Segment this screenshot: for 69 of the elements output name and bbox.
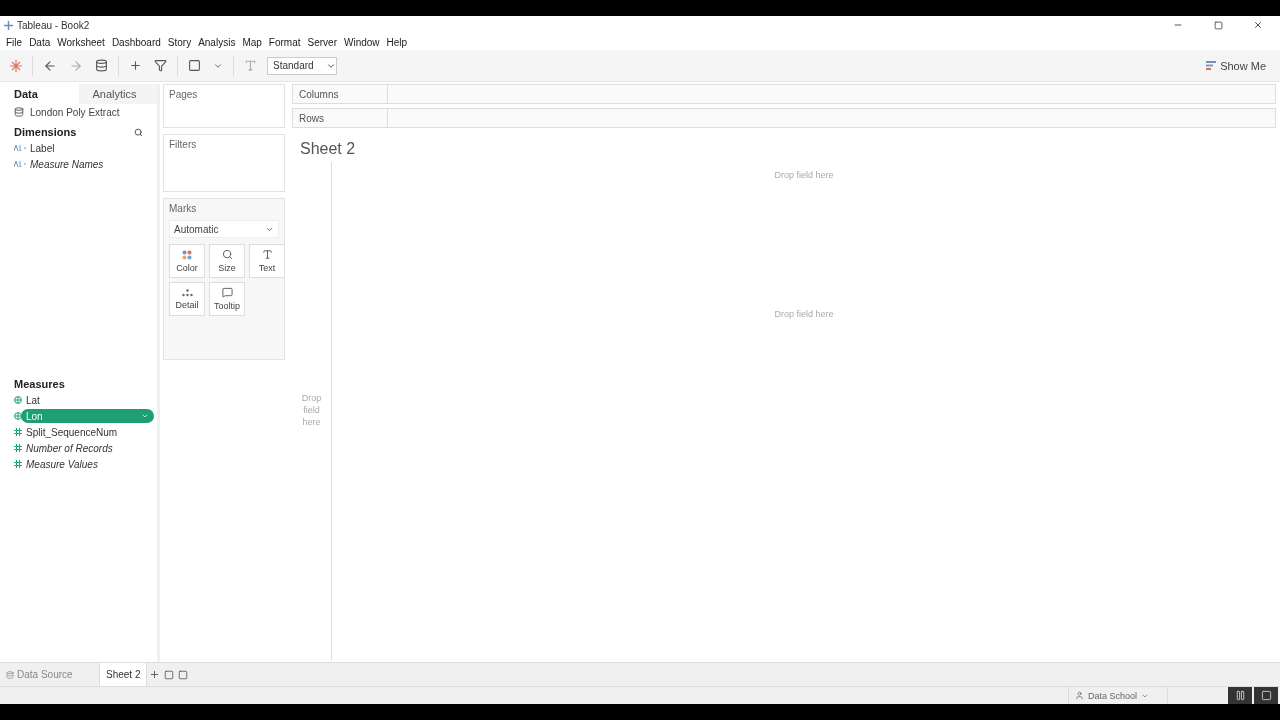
section-heading: Measures — [14, 378, 65, 390]
size-icon — [221, 249, 233, 260]
mark-button[interactable]: Size — [209, 244, 245, 278]
search-icon[interactable] — [134, 127, 143, 137]
drop-hint: Drop field here — [300, 393, 323, 429]
columns-shelf[interactable]: Columns — [292, 84, 1276, 104]
filter-icon[interactable] — [152, 57, 169, 74]
menu-item[interactable]: Dashboard — [109, 36, 166, 48]
speech-bubble-icon — [221, 287, 233, 298]
pause-icon — [1234, 690, 1246, 701]
show-me-button[interactable]: Show Me — [1200, 58, 1272, 73]
mark-button[interactable]: Tooltip — [209, 282, 245, 316]
pause-button[interactable] — [1228, 686, 1252, 705]
measure-field[interactable]: Split_SequenceNum — [21, 425, 154, 439]
section-heading: Dimensions — [14, 126, 77, 138]
text-icon — [261, 249, 273, 260]
menu-item[interactable]: File — [4, 36, 28, 48]
shelf-label: Columns — [293, 85, 388, 103]
app-logo-icon — [4, 20, 13, 30]
shelf-label: Rows — [293, 109, 388, 127]
globe-icon — [14, 412, 22, 420]
menu-item[interactable]: Window — [341, 36, 385, 48]
menu-item[interactable]: Analysis — [196, 36, 241, 48]
screen-icon — [1260, 690, 1272, 701]
measure-field[interactable]: Lat — [21, 393, 154, 407]
hash-icon — [14, 444, 22, 452]
filters-shelf[interactable]: Filters — [163, 134, 285, 192]
mark-button[interactable]: Detail — [169, 282, 205, 316]
menu-item[interactable]: Data — [27, 36, 56, 48]
string-type-icon — [14, 145, 26, 151]
pane-tab[interactable]: Analytics — [78, 84, 157, 104]
menu-item[interactable]: Map — [240, 36, 267, 48]
mark-button[interactable]: Color — [169, 244, 205, 278]
caret-icon — [141, 412, 149, 420]
menu-item[interactable]: Worksheet — [55, 36, 110, 48]
fullscreen-button[interactable] — [1254, 686, 1278, 705]
rows-shelf[interactable]: Rows — [292, 108, 1276, 128]
menu-item[interactable]: Server — [305, 36, 342, 48]
color-dots-icon — [182, 249, 192, 260]
sheet-tab[interactable]: Sheet 2 — [100, 663, 148, 686]
fit-dropdown[interactable]: Standard — [267, 56, 337, 75]
sheet-title: Sheet 2 — [299, 140, 357, 159]
menu-item[interactable]: Story — [165, 36, 197, 48]
dimension-field[interactable]: Label — [25, 141, 154, 155]
drop-hint: Drop field here — [774, 170, 834, 180]
measure-field[interactable]: Measure Values — [21, 457, 154, 471]
bar-chart-icon — [1206, 61, 1217, 70]
mark-button[interactable]: Text — [249, 244, 285, 278]
window-title: Tableau - Book2 — [17, 19, 91, 31]
card-title: Marks — [169, 203, 198, 214]
sparkle-icon[interactable] — [8, 57, 24, 74]
menu-item[interactable]: Help — [384, 36, 413, 48]
hash-icon — [14, 428, 22, 436]
menu-item[interactable]: Format — [266, 36, 306, 48]
close-icon — [1253, 20, 1263, 30]
drop-hint: Drop field here — [774, 309, 834, 319]
string-type-icon — [14, 161, 26, 167]
database-icon — [6, 670, 14, 679]
restore-icon — [1213, 20, 1223, 30]
database-icon — [14, 107, 24, 117]
pages-shelf[interactable]: Pages — [163, 84, 285, 128]
hash-icon — [14, 460, 22, 468]
user-icon — [1075, 691, 1084, 700]
detail-dots-icon — [181, 288, 193, 297]
datasource-name: London Poly Extract — [30, 106, 120, 118]
measure-field[interactable]: Number of Records — [21, 441, 154, 455]
dimension-field[interactable]: Measure Names — [25, 157, 154, 171]
mark-type-dropdown[interactable]: Automatic — [169, 220, 279, 238]
globe-icon — [14, 396, 22, 404]
